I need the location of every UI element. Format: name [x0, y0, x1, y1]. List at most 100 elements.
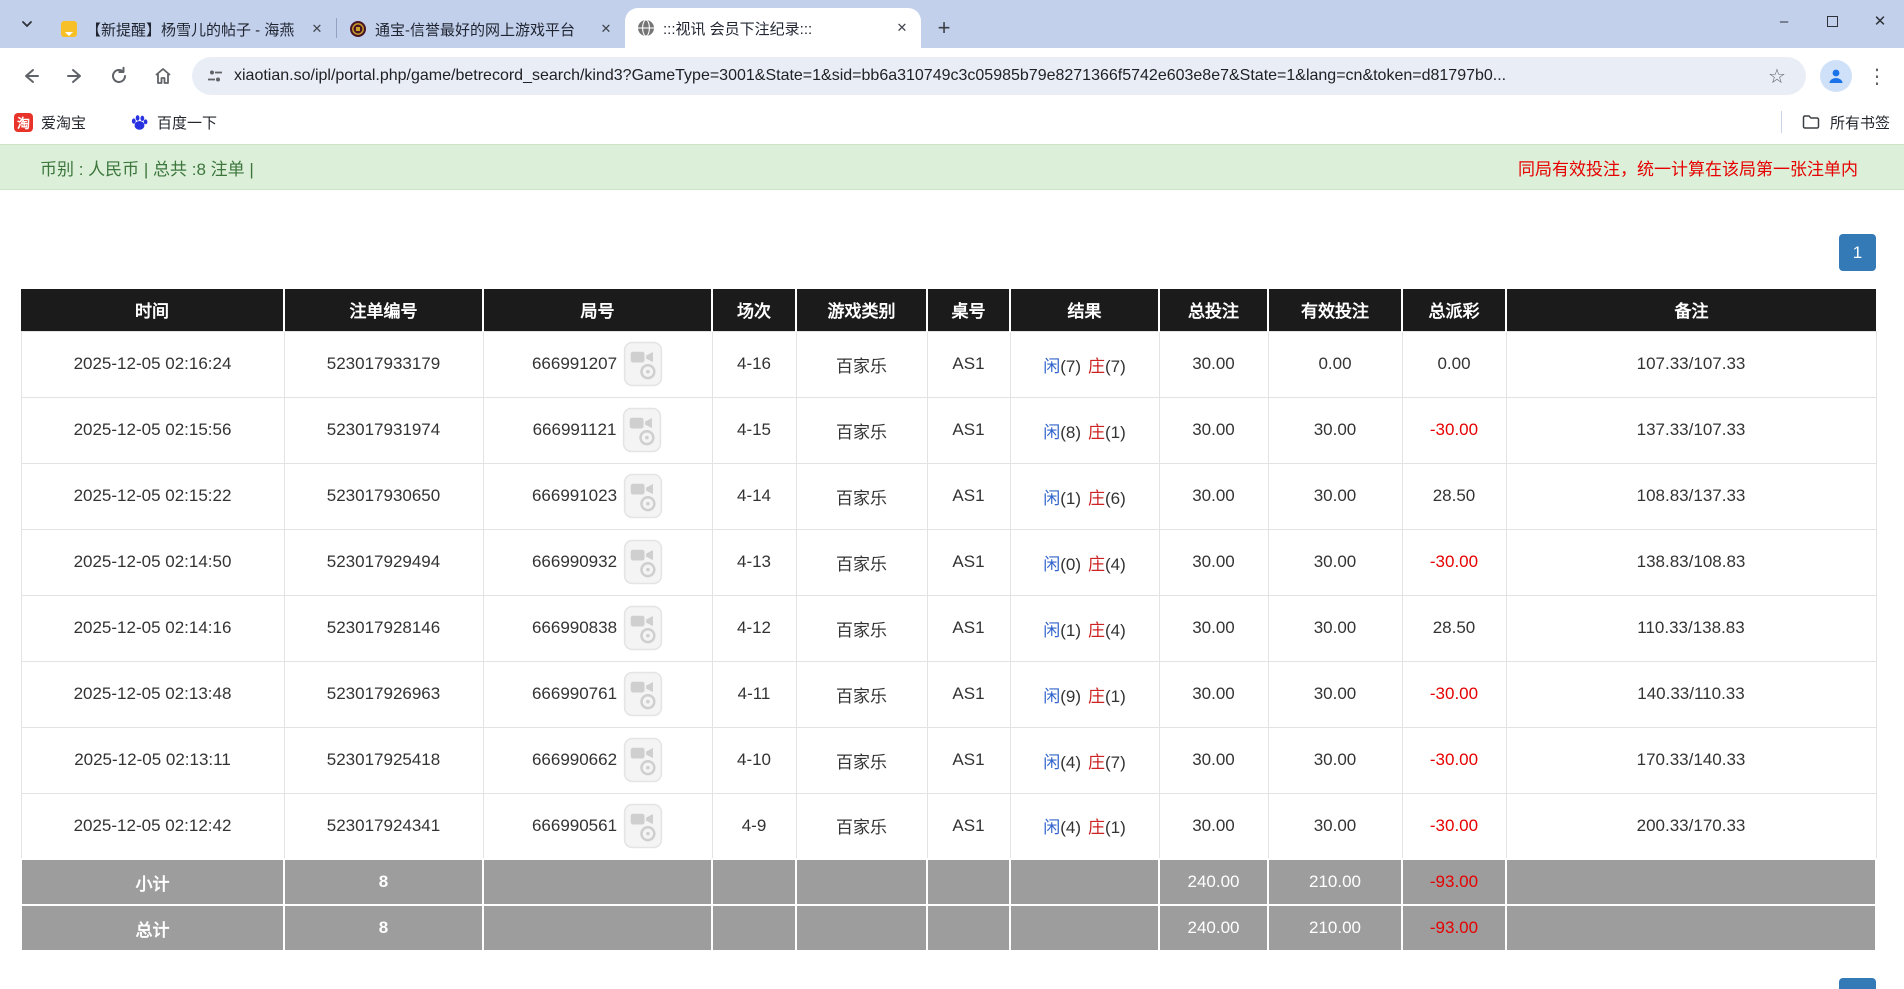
- site-settings-tune-icon[interactable]: [206, 67, 224, 85]
- tab-search-chevron-icon[interactable]: [10, 7, 44, 41]
- cell-valid-bet: 0.00: [1268, 331, 1402, 397]
- total-bet-link[interactable]: 30.00: [1159, 727, 1268, 793]
- cell-result: 闲(9)庄(1): [1010, 661, 1159, 727]
- cell-session: 4-15: [712, 397, 796, 463]
- result-banker-count: (4): [1105, 555, 1126, 574]
- bookmarks-bar: 淘 爱淘宝 百度一下 所有书签: [0, 104, 1904, 140]
- total-bet-link[interactable]: 30.00: [1159, 463, 1268, 529]
- cell-session: 4-10: [712, 727, 796, 793]
- tab-tongbao[interactable]: 通宝-信誉最好的网上游戏平台 ✕: [337, 10, 625, 48]
- page-1-button[interactable]: 1: [1839, 234, 1876, 271]
- bookmark-aitaobao[interactable]: 淘 爱淘宝: [14, 112, 86, 133]
- total-bet-link[interactable]: 30.00: [1159, 793, 1268, 859]
- video-icon[interactable]: [622, 407, 662, 453]
- cell-payout: 0.00: [1402, 331, 1506, 397]
- total-label: 总计: [21, 905, 284, 951]
- cell-game-type: 百家乐: [796, 397, 927, 463]
- bookmark-baidu[interactable]: 百度一下: [130, 112, 217, 133]
- cell-result: 闲(4)庄(1): [1010, 793, 1159, 859]
- total-bet-link[interactable]: 30.00: [1159, 397, 1268, 463]
- table-row: 2025-12-05 02:14:16 523017928146 6669908…: [21, 595, 1876, 661]
- total-valid-bet: 210.00: [1268, 905, 1402, 951]
- round-id: 666991121: [533, 420, 617, 440]
- cell-session: 4-14: [712, 463, 796, 529]
- cell-session: 4-11: [712, 661, 796, 727]
- result-banker: 庄: [1088, 621, 1105, 640]
- minimize-button[interactable]: –: [1760, 0, 1808, 42]
- result-player-count: (0): [1060, 555, 1081, 574]
- empty-cell: [483, 859, 712, 905]
- table-row: 2025-12-05 02:13:11 523017925418 6669906…: [21, 727, 1876, 793]
- result-player-count: (1): [1060, 621, 1081, 640]
- reload-button[interactable]: [98, 55, 140, 97]
- cell-remark: 170.33/140.33: [1506, 727, 1876, 793]
- total-bet-link[interactable]: 30.00: [1159, 661, 1268, 727]
- col-game-type: 游戏类别: [796, 289, 927, 331]
- page-1-button-bottom[interactable]: 1: [1839, 978, 1876, 989]
- cell-table-no: AS1: [927, 463, 1010, 529]
- total-row: 总计 8 240.00 210.00 -93.00: [21, 905, 1876, 951]
- maximize-icon: [1827, 16, 1838, 27]
- table-row: 2025-12-05 02:15:22 523017930650 6669910…: [21, 463, 1876, 529]
- tab-title: 通宝-信誉最好的网上游戏平台: [375, 19, 589, 40]
- result-player: 闲: [1043, 489, 1060, 508]
- subtotal-row: 小计 8 240.00 210.00 -93.00: [21, 859, 1876, 905]
- folder-icon: [1802, 113, 1820, 131]
- globe-favicon-icon: [637, 19, 655, 37]
- tab-close-icon[interactable]: ✕: [893, 19, 911, 37]
- result-player: 闲: [1043, 753, 1060, 772]
- home-button[interactable]: [142, 55, 184, 97]
- kebab-menu-icon[interactable]: ⋮: [1860, 59, 1894, 93]
- video-icon[interactable]: [623, 737, 663, 783]
- empty-cell: [1506, 859, 1876, 905]
- video-icon[interactable]: [623, 671, 663, 717]
- col-table-no: 桌号: [927, 289, 1010, 331]
- profile-avatar[interactable]: [1820, 60, 1852, 92]
- forward-button[interactable]: [54, 55, 96, 97]
- bookmark-star-icon[interactable]: ☆: [1762, 61, 1792, 91]
- result-player-count: (9): [1060, 687, 1081, 706]
- bookmarks-divider: [1781, 111, 1782, 133]
- omnibox-url-bar[interactable]: xiaotian.so/ipl/portal.php/game/betrecor…: [192, 57, 1806, 95]
- round-id: 666991207: [532, 354, 617, 374]
- tab-forum-post[interactable]: 【新提醒】杨雪儿的帖子 - 海燕 ✕: [48, 10, 336, 48]
- tab-close-icon[interactable]: ✕: [597, 20, 615, 38]
- result-banker-count: (4): [1105, 621, 1126, 640]
- all-bookmarks-button[interactable]: 所有书签: [1781, 111, 1890, 133]
- col-result: 结果: [1010, 289, 1159, 331]
- cell-result: 闲(4)庄(7): [1010, 727, 1159, 793]
- cell-game-type: 百家乐: [796, 793, 927, 859]
- result-banker: 庄: [1088, 687, 1105, 706]
- empty-cell: [712, 859, 796, 905]
- video-icon[interactable]: [623, 341, 663, 387]
- video-icon[interactable]: [623, 539, 663, 585]
- empty-cell: [1010, 859, 1159, 905]
- maximize-button[interactable]: [1808, 0, 1856, 42]
- cell-time: 2025-12-05 02:14:50: [21, 529, 284, 595]
- url-text[interactable]: xiaotian.so/ipl/portal.php/game/betrecor…: [234, 67, 1762, 85]
- cell-game-type: 百家乐: [796, 529, 927, 595]
- new-tab-button[interactable]: +: [929, 13, 959, 43]
- video-icon[interactable]: [623, 803, 663, 849]
- subtotal-valid-bet: 210.00: [1268, 859, 1402, 905]
- close-window-button[interactable]: ✕: [1856, 0, 1904, 42]
- total-bet-link[interactable]: 30.00: [1159, 595, 1268, 661]
- cell-table-no: AS1: [927, 727, 1010, 793]
- round-id: 666990761: [532, 684, 617, 704]
- result-banker-count: (1): [1105, 818, 1126, 837]
- total-bet-link[interactable]: 30.00: [1159, 529, 1268, 595]
- col-session: 场次: [712, 289, 796, 331]
- video-icon[interactable]: [623, 605, 663, 651]
- back-button[interactable]: [10, 55, 52, 97]
- baidu-paw-icon: [130, 113, 149, 132]
- tab-bet-record-active[interactable]: :::视讯 会员下注纪录::: ✕: [625, 8, 921, 48]
- video-icon[interactable]: [623, 473, 663, 519]
- taobao-icon: 淘: [14, 113, 33, 132]
- cell-time: 2025-12-05 02:13:48: [21, 661, 284, 727]
- result-banker: 庄: [1088, 489, 1105, 508]
- cell-payout: -30.00: [1402, 529, 1506, 595]
- tab-close-icon[interactable]: ✕: [308, 20, 326, 38]
- cell-table-no: AS1: [927, 397, 1010, 463]
- total-bet-link[interactable]: 30.00: [1159, 331, 1268, 397]
- browser-toolbar: xiaotian.so/ipl/portal.php/game/betrecor…: [0, 48, 1904, 104]
